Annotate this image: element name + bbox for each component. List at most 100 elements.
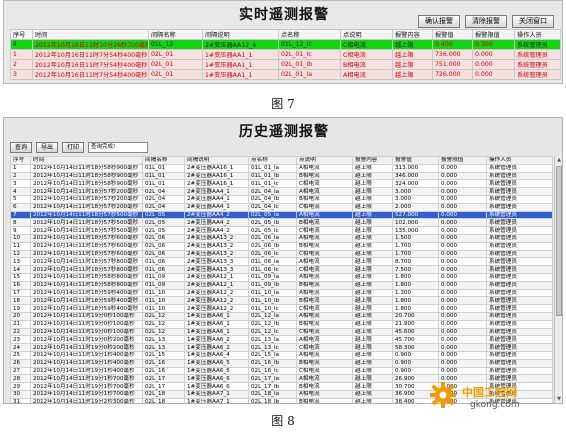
table-cell: 0.000: [438, 210, 487, 220]
table-cell: 2012年10月14日11时18分57秒600毫秒: [30, 241, 143, 251]
table-cell: 16: [10, 280, 31, 290]
table-cell: 越上限: [352, 163, 393, 173]
close-window-button[interactable]: 关闭窗口: [512, 15, 554, 28]
table-cell: 1#变压器AA6_2: [184, 335, 249, 345]
table-cell: 02L_15: [142, 350, 185, 360]
table-cell: 2#变压器AA12_1: [184, 280, 249, 290]
history-alarm-row[interactable]: 13 2012年10月14日11时18分57秒800毫秒 01L_06 2#变压器AA…: [10, 257, 553, 267]
history-column-header[interactable]: 报警限值: [438, 156, 487, 165]
table-cell: 越上限: [352, 327, 393, 337]
history-column-header[interactable]: 点说明: [296, 156, 353, 165]
history-alarm-row[interactable]: 4 2012年10月14日11时18分57秒200毫秒 02L_04 2#变压器AA4…: [10, 187, 553, 196]
realtime-column-header[interactable]: 报警限值: [472, 29, 515, 40]
realtime-alarm-row[interactable]: 3 2012年10月16日11时7分54秒400毫秒 02L_01 1#变压器AA1_…: [10, 69, 561, 80]
table-cell: 1.800: [392, 272, 439, 282]
history-column-header[interactable]: 时间: [30, 156, 143, 165]
query-status-field[interactable]: 查询完成!: [88, 142, 148, 153]
realtime-column-header[interactable]: 报警值: [432, 29, 473, 40]
realtime-alarm-row[interactable]: 4 2012年10月16日11时10分26秒700毫秒 01L_12 2#变压器AA1…: [10, 39, 561, 50]
table-cell: 01L_10: [142, 296, 185, 306]
history-alarm-row[interactable]: 19 2012年10月14日11时18分59秒400毫秒 01L_10 2#变压器AA…: [10, 304, 553, 313]
history-alarm-row[interactable]: 26 2012年10月14日11时19分1秒400毫秒 02L_16 1#变压器AA6…: [10, 358, 553, 368]
table-cell: 2012年10月14日11时18分57秒200毫秒: [30, 194, 143, 204]
print-button[interactable]: 打印: [62, 142, 84, 153]
table-cell: 系统管理员: [486, 343, 553, 352]
table-cell: 0.000: [438, 226, 487, 235]
table-cell: 越上限: [352, 382, 393, 391]
query-button[interactable]: 查询: [10, 142, 32, 153]
history-alarm-row[interactable]: 8 2012年10月14日11时18分57秒500毫秒 02L_05 2#变压器AA4…: [10, 218, 553, 228]
table-cell: 4: [10, 39, 33, 50]
history-column-header[interactable]: 操作人员: [486, 156, 553, 165]
table-cell: 1#变压器AA1_1: [202, 69, 279, 80]
table-cell: 0.000: [438, 218, 487, 228]
table-cell: B相电流: [296, 358, 353, 368]
realtime-column-header[interactable]: 点说明: [340, 29, 393, 40]
history-alarm-row[interactable]: 17 2012年10月14日11时18分59秒400毫秒 01L_10 2#变压器AA…: [10, 288, 553, 298]
scroll-up-arrow-icon[interactable]: ▲: [555, 156, 562, 164]
table-cell: 2#变压器AA4_1: [184, 202, 249, 212]
history-alarm-row[interactable]: 2 2012年10月14日11时18分58秒900毫秒 01L_01 2#变压器AA1…: [10, 171, 553, 181]
history-alarm-row[interactable]: 11 2012年10月14日11时18分57秒600毫秒 02L_06 2#变压器AA…: [10, 241, 553, 251]
scroll-thumb[interactable]: [556, 166, 562, 316]
history-column-header[interactable]: 间隔名称: [142, 156, 185, 165]
history-alarm-row[interactable]: 23 2012年10月14日11时19分0秒200毫秒 02L_13 1#变压器AA6…: [10, 335, 553, 345]
confirm-alarm-button[interactable]: 确认报警: [418, 15, 460, 28]
table-cell: A相电流: [296, 311, 353, 321]
clear-alarm-button[interactable]: 清除报警: [465, 15, 507, 28]
history-alarm-row[interactable]: 7 2012年10月14日11时18分57秒500毫秒 02L_05 2#变压器AA4…: [10, 210, 553, 220]
history-alarm-row[interactable]: 10 2012年10月14日11时18分57秒600毫秒 02L_06 2#变压器AA…: [10, 233, 553, 243]
history-alarm-row[interactable]: 18 2012年10月14日11时18分59秒400毫秒 01L_10 2#变压器AA…: [10, 296, 553, 306]
realtime-column-header[interactable]: 时间: [32, 29, 149, 40]
history-alarm-row[interactable]: 22 2012年10月14日11时19分0秒100毫秒 02L_12 1#变压器AA6…: [10, 327, 553, 337]
history-alarm-row[interactable]: 15 2012年10月14日11时18分58秒800毫秒 01L_09 2#变压器AA…: [10, 272, 553, 282]
table-cell: 10: [10, 233, 31, 243]
table-cell: 3.000: [392, 194, 439, 204]
table-cell: 02L_06: [142, 241, 185, 251]
table-cell: 3: [10, 179, 31, 189]
realtime-alarm-row[interactable]: 2 2012年10月16日11时7分54秒400毫秒 02L_01 1#变压器AA1_…: [10, 59, 561, 70]
table-cell: 02L_04_Ib: [248, 194, 297, 204]
history-column-header[interactable]: 报警值: [392, 156, 439, 165]
table-cell: 01L_09: [142, 280, 185, 290]
history-column-header[interactable]: 序号: [10, 156, 31, 165]
table-cell: 0.000: [438, 288, 487, 298]
history-alarm-row[interactable]: 16 2012年10月14日11时18分58秒800毫秒 01L_09 2#变压器AA…: [10, 280, 553, 290]
history-alarm-row[interactable]: 5 2012年10月14日11时18分57秒200毫秒 02L_04 2#变压器AA4…: [10, 194, 553, 204]
history-column-header[interactable]: 点名称: [248, 156, 297, 165]
table-cell: 系统管理员: [486, 296, 553, 306]
realtime-column-header[interactable]: 序号: [10, 29, 33, 40]
history-alarm-row[interactable]: 21 2012年10月14日11时19分0秒100毫秒 02L_12 1#变压器AA6…: [10, 319, 553, 329]
history-alarm-row[interactable]: 1 2012年10月14日11时18分58秒900毫秒 01L_01 2#变压器AA1…: [10, 163, 553, 173]
history-alarm-row[interactable]: 14 2012年10月14日11时18分57秒800毫秒 01L_06 2#变压器AA…: [10, 265, 553, 274]
realtime-column-header[interactable]: 间隔名称: [148, 29, 203, 40]
history-alarm-row[interactable]: 3 2012年10月14日11时18分58秒900毫秒 01L_01 2#变压器AA1…: [10, 179, 553, 189]
export-button[interactable]: 导出: [36, 142, 58, 153]
table-cell: 越上限: [352, 179, 393, 189]
table-cell: 系统管理员: [486, 304, 553, 313]
table-cell: 2012年10月16日11时7分54秒400毫秒: [32, 49, 149, 60]
table-cell: 15: [10, 272, 31, 282]
realtime-alarm-row[interactable]: 1 2012年10月16日11时7分54秒400毫秒 02L_01 1#变压器AA1_…: [10, 49, 561, 60]
history-alarm-row[interactable]: 27 2012年10月14日11时19分1秒400毫秒 02L_16 1#变压器AA6…: [10, 366, 553, 376]
realtime-column-header[interactable]: 操作人员: [514, 29, 561, 40]
table-cell: 17: [10, 288, 31, 298]
history-alarm-row[interactable]: 9 2012年10月14日11时18分57秒500毫秒 02L_05 2#变压器AA4…: [10, 226, 553, 235]
realtime-column-header[interactable]: 点名称: [278, 29, 341, 40]
history-alarm-row[interactable]: 25 2012年10月14日11时19分1秒400毫秒 02L_15 1#变压器AA6…: [10, 350, 553, 360]
history-column-header[interactable]: 间隔说明: [184, 156, 249, 165]
history-alarm-row[interactable]: 20 2012年10月14日11时19分0秒100毫秒 02L_12 1#变压器AA6…: [10, 311, 553, 321]
history-alarm-row[interactable]: 6 2012年10月14日11时18分57秒200毫秒 02L_04 2#变压器AA4…: [10, 202, 553, 212]
realtime-column-header[interactable]: 报警内容: [392, 29, 433, 40]
table-cell: 01L_01_Ib: [248, 171, 297, 181]
history-column-header[interactable]: 报警内容: [352, 156, 393, 165]
table-cell: 越上限: [352, 296, 393, 306]
realtime-column-header[interactable]: 间隔说明: [202, 29, 279, 40]
history-alarm-row[interactable]: 12 2012年10月14日11时18分57秒600毫秒 02L_06 2#变压器AA…: [10, 249, 553, 259]
table-cell: 9: [10, 226, 31, 235]
table-cell: 01L_06: [142, 257, 185, 267]
history-alarm-row[interactable]: 24 2012年10月14日11时19分0秒200毫秒 02L_13 1#变压器AA6…: [10, 343, 553, 352]
table-cell: 01L_01_Ia: [248, 163, 297, 173]
table-cell: 02L_15_Ia: [248, 350, 297, 360]
history-scrollbar[interactable]: ▲ ▼: [554, 156, 562, 403]
